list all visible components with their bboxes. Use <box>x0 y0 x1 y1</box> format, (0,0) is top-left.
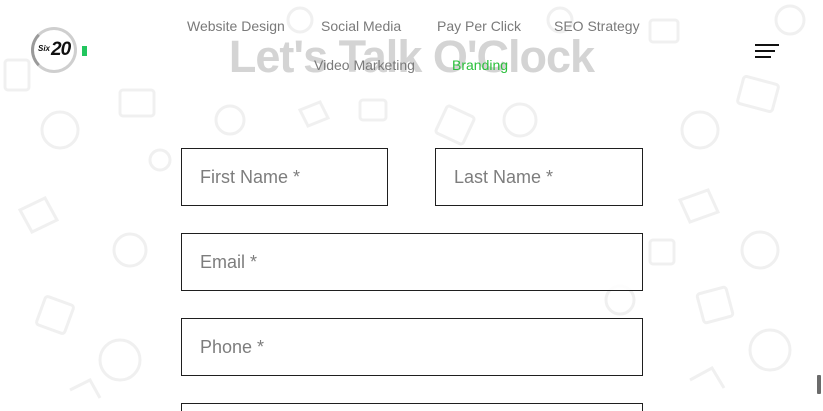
nav-seo-strategy[interactable]: SEO Strategy <box>554 18 640 34</box>
hamburger-menu-icon[interactable] <box>755 44 779 60</box>
page: Six 20 Let's Talk O'Clock Website Design… <box>0 0 823 411</box>
next-field-wrapper[interactable] <box>181 403 643 411</box>
nav-website-design[interactable]: Website Design <box>187 18 285 34</box>
nav-pay-per-click[interactable]: Pay Per Click <box>437 18 521 34</box>
email-field-wrapper <box>181 233 643 291</box>
nav-branding[interactable]: Branding <box>452 57 508 73</box>
last-name-field[interactable] <box>436 149 642 205</box>
last-name-field-wrapper <box>435 148 643 206</box>
email-field[interactable] <box>182 234 642 290</box>
phone-field[interactable] <box>182 319 642 375</box>
first-name-field-wrapper <box>181 148 388 206</box>
first-name-field[interactable] <box>182 149 387 205</box>
scrollbar-thumb[interactable] <box>817 375 821 394</box>
nav-video-marketing[interactable]: Video Marketing <box>314 57 415 73</box>
phone-field-wrapper <box>181 318 643 376</box>
nav-social-media[interactable]: Social Media <box>321 18 401 34</box>
